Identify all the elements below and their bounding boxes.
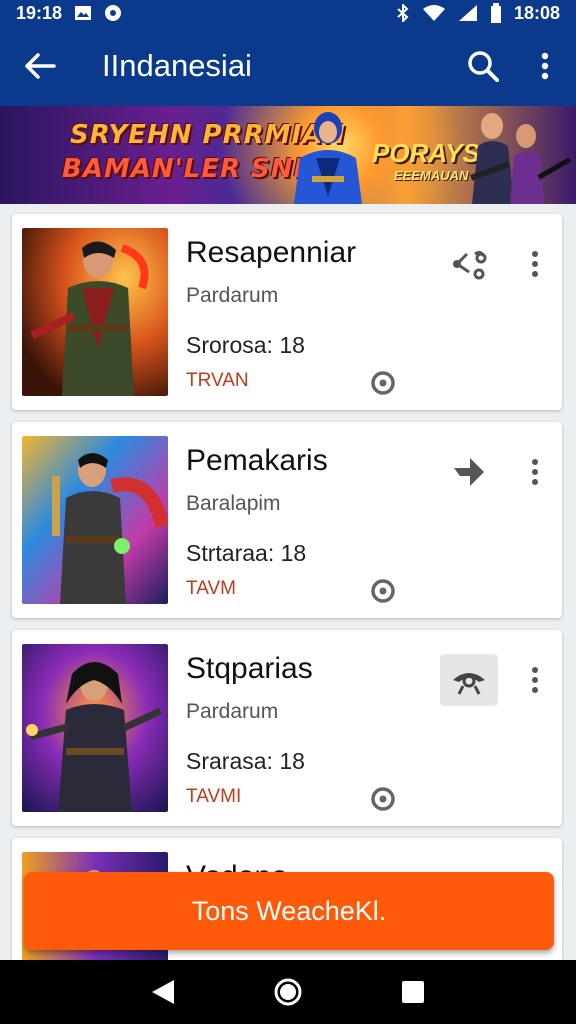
view-icon — [453, 673, 485, 695]
more-vert-icon — [541, 52, 549, 80]
nav-back-button[interactable] — [133, 962, 193, 1022]
bluetooth-icon — [397, 4, 409, 22]
back-button[interactable] — [0, 26, 80, 106]
item-subtitle: Pardarum — [186, 700, 279, 723]
target-icon[interactable] — [370, 578, 396, 604]
item-tag: TRVAN — [186, 370, 249, 391]
signal-icon — [458, 5, 477, 21]
share-nodes-icon — [453, 250, 487, 280]
view-button[interactable] — [440, 654, 498, 706]
overflow-menu-button[interactable] — [514, 26, 576, 106]
item-name: Stqparias — [186, 652, 313, 685]
character-thumbnail — [22, 228, 168, 396]
target-icon[interactable] — [370, 786, 396, 812]
status-time-left: 19:18 — [16, 2, 63, 23]
record-notification-icon — [105, 5, 122, 21]
nav-home-icon — [274, 978, 302, 1006]
item-stat: Srarasa: 18 — [186, 748, 305, 774]
item-tag: TAVMI — [186, 786, 242, 807]
nav-back-icon — [151, 980, 174, 1004]
target-icon[interactable] — [370, 370, 396, 396]
item-subtitle: Baralapim — [186, 492, 281, 515]
list-item[interactable]: Stqparias Pardarum Srarasa: 18 TAVMI — [12, 630, 562, 826]
status-time-right: 18:08 — [513, 2, 560, 23]
image-notification-icon — [75, 6, 92, 20]
item-tag: TAVM — [186, 578, 236, 599]
banner-hero-figure — [294, 112, 362, 204]
list-item[interactable]: Pemakaris Baralapim Strtaraa: 18 TAVM — [12, 422, 562, 618]
wifi-icon — [422, 5, 445, 21]
banner-tagline: EEEMAUAN — [394, 168, 469, 183]
battery-icon — [490, 3, 501, 23]
character-thumbnail — [22, 436, 168, 604]
item-stat: Srorosa: 18 — [186, 332, 305, 358]
search-icon — [468, 51, 499, 82]
item-stat: Strtaraa: 18 — [186, 540, 307, 566]
character-thumbnail — [22, 644, 168, 812]
item-menu-button[interactable] — [520, 446, 550, 498]
item-menu-button[interactable] — [520, 654, 550, 706]
more-vert-icon — [532, 459, 538, 485]
share-button[interactable] — [440, 238, 498, 290]
game-list: Resapenniar Pardarum Srorosa: 18 TRVAN P… — [0, 204, 576, 964]
primary-action-button[interactable]: Tons WeacheKl. — [24, 872, 554, 950]
page-title: IIndanesiai — [102, 48, 252, 83]
screen: 19:18 18:08 IIndanesiai SRYEHN PRRMIAN B… — [0, 0, 576, 1024]
nav-home-button[interactable] — [258, 962, 318, 1022]
forward-arrow-icon — [454, 458, 484, 486]
system-nav-bar — [0, 960, 576, 1024]
promo-banner[interactable]: SRYEHN PRRMIAN BAMAN'LER SNER! PORAYSH E… — [0, 106, 576, 204]
item-name: Pemakaris — [186, 444, 328, 477]
search-button[interactable] — [452, 26, 514, 106]
item-menu-button[interactable] — [520, 238, 550, 290]
list-item[interactable]: Resapenniar Pardarum Srorosa: 18 TRVAN — [12, 214, 562, 410]
nav-recents-button[interactable] — [383, 962, 443, 1022]
item-subtitle: Pardarum — [186, 284, 279, 307]
banner-heroes-group — [470, 113, 572, 204]
arrow-left-icon — [25, 53, 56, 79]
more-vert-icon — [532, 251, 538, 277]
item-name: Resapenniar — [186, 236, 357, 269]
app-bar: IIndanesiai — [0, 26, 576, 106]
more-vert-icon — [532, 667, 538, 693]
nav-recents-icon — [402, 981, 425, 1003]
status-bar: 19:18 18:08 — [0, 0, 576, 26]
forward-button[interactable] — [440, 446, 498, 498]
